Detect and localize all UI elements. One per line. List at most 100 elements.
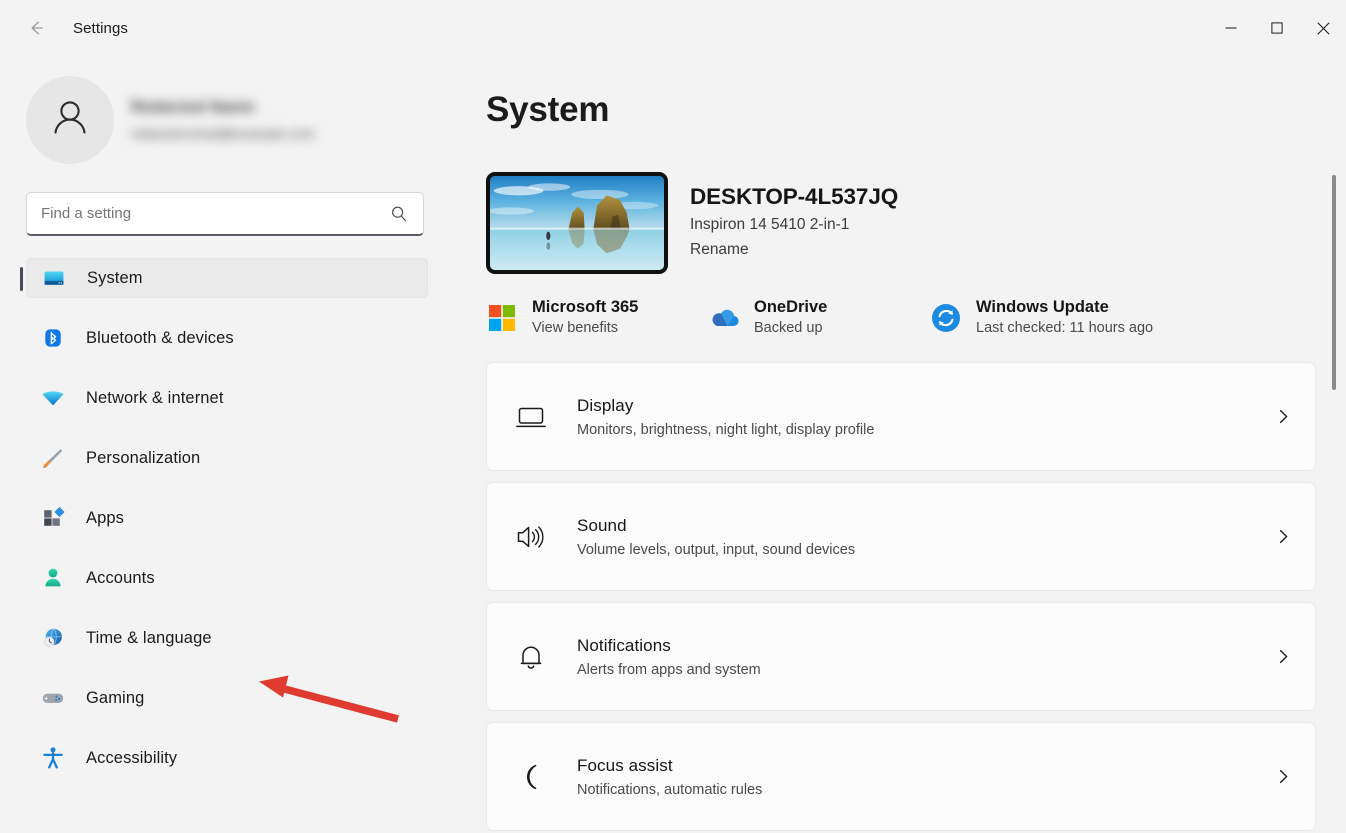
search-input[interactable] <box>41 205 389 222</box>
main-scrollbar[interactable] <box>1331 120 1337 680</box>
card-title: Notifications <box>577 635 671 655</box>
minimize-button[interactable] <box>1208 4 1254 52</box>
bluetooth-icon <box>40 325 66 351</box>
quicklink-title: OneDrive <box>754 298 828 316</box>
main-content: System DESKTOP-4L537JQ Inspiron 14 5410 … <box>450 56 1346 833</box>
settings-card-focus-assist[interactable]: Focus assist Notifications, automatic ru… <box>486 722 1316 831</box>
sidebar-item-system[interactable]: System <box>20 258 428 298</box>
quicklink-subtitle: Backed up <box>754 320 823 336</box>
quicklink-title: Microsoft 365 <box>532 298 639 316</box>
search-box[interactable] <box>26 192 424 236</box>
sidebar: Redacted Name redacted.email@example.com <box>0 56 450 833</box>
microsoft-logo-icon <box>486 302 518 334</box>
sidebar-item-network-internet[interactable]: Network & internet <box>26 378 428 418</box>
quicklink-text: Windows Update Last checked: 11 hours ag… <box>976 298 1153 336</box>
sidebar-item-personalization[interactable]: Personalization <box>26 438 428 478</box>
card-subtitle: Monitors, brightness, night light, displ… <box>577 421 875 438</box>
onedrive-cloud-icon <box>708 302 740 334</box>
account-email: redacted.email@example.com <box>131 126 315 141</box>
card-subtitle: Alerts from apps and system <box>577 661 761 678</box>
close-icon <box>1316 21 1330 35</box>
sidebar-item-label: Time & language <box>86 628 212 647</box>
sidebar-item-gaming[interactable]: Gaming <box>26 678 428 718</box>
maximize-icon <box>1271 22 1283 34</box>
close-button[interactable] <box>1300 4 1346 52</box>
sidebar-item-label: Gaming <box>86 688 145 707</box>
moon-icon <box>511 757 551 797</box>
back-arrow-icon <box>25 17 47 39</box>
quick-links: Microsoft 365 View benefits OneDrive Bac… <box>486 298 1346 336</box>
windows-update-sync-icon <box>930 302 962 334</box>
card-body: Sound Volume levels, output, input, soun… <box>577 516 1273 558</box>
avatar <box>26 76 114 164</box>
card-title: Display <box>577 395 634 415</box>
quicklink-text: Microsoft 365 View benefits <box>532 298 638 336</box>
sidebar-item-label: System <box>87 268 143 287</box>
quicklink-subtitle: View benefits <box>532 320 618 336</box>
account-name: Redacted Name <box>131 99 255 116</box>
scrollbar-thumb[interactable] <box>1332 175 1336 390</box>
page-title: System <box>486 90 610 129</box>
account-text: Redacted Name redacted.email@example.com <box>131 99 315 141</box>
title-bar: Settings <box>0 0 1346 56</box>
accessibility-icon <box>40 745 66 771</box>
globe-clock-icon <box>40 625 66 651</box>
account-block[interactable]: Redacted Name redacted.email@example.com <box>0 74 450 166</box>
chevron-right-icon[interactable] <box>1273 528 1293 545</box>
settings-card-display[interactable]: Display Monitors, brightness, night ligh… <box>486 362 1316 471</box>
sidebar-item-accounts[interactable]: Accounts <box>26 558 428 598</box>
device-info: DESKTOP-4L537JQ Inspiron 14 5410 2-in-1 … <box>690 172 898 259</box>
wifi-icon <box>40 385 66 411</box>
monitor-icon <box>41 265 67 291</box>
device-summary: DESKTOP-4L537JQ Inspiron 14 5410 2-in-1 … <box>486 172 1346 274</box>
sidebar-item-time-language[interactable]: Time & language <box>26 618 428 658</box>
card-body: Focus assist Notifications, automatic ru… <box>577 756 1273 798</box>
search-icon[interactable] <box>389 205 409 223</box>
monitor-outline-icon <box>511 397 551 437</box>
card-title: Focus assist <box>577 755 673 775</box>
sidebar-item-label: Bluetooth & devices <box>86 328 234 347</box>
settings-card-notifications[interactable]: Notifications Alerts from apps and syste… <box>486 602 1316 711</box>
device-name: DESKTOP-4L537JQ <box>690 184 899 209</box>
quicklink-microsoft-365[interactable]: Microsoft 365 View benefits <box>486 298 708 336</box>
sidebar-item-label: Accounts <box>86 568 155 587</box>
chevron-right-icon[interactable] <box>1273 408 1293 425</box>
chevron-right-icon[interactable] <box>1273 648 1293 665</box>
quicklink-title: Windows Update <box>976 298 1109 316</box>
rename-link[interactable]: Rename <box>690 241 749 259</box>
device-model: Inspiron 14 5410 2-in-1 <box>690 216 850 233</box>
apps-grid-icon <box>40 505 66 531</box>
card-body: Notifications Alerts from apps and syste… <box>577 636 1273 678</box>
search-container <box>26 192 424 236</box>
speaker-icon <box>511 517 551 557</box>
card-body: Display Monitors, brightness, night ligh… <box>577 396 1273 438</box>
beach-wallpaper-thumbnail <box>486 172 668 274</box>
sidebar-item-label: Apps <box>86 508 125 527</box>
paintbrush-icon <box>40 445 66 471</box>
person-avatar-icon <box>45 93 95 148</box>
card-subtitle: Volume levels, output, input, sound devi… <box>577 541 856 558</box>
sidebar-nav: System Bluetooth & devices Network & int… <box>0 258 450 778</box>
sidebar-item-accessibility[interactable]: Accessibility <box>26 738 428 778</box>
sidebar-item-bluetooth-devices[interactable]: Bluetooth & devices <box>26 318 428 358</box>
chevron-right-icon[interactable] <box>1273 768 1293 785</box>
card-title: Sound <box>577 515 627 535</box>
settings-cards: Display Monitors, brightness, night ligh… <box>486 362 1316 831</box>
minimize-icon <box>1225 22 1237 34</box>
app-title: Settings <box>73 19 128 37</box>
gamepad-icon <box>40 685 66 711</box>
quicklink-subtitle: Last checked: 11 hours ago <box>976 320 1154 336</box>
quicklink-onedrive[interactable]: OneDrive Backed up <box>708 298 930 336</box>
quicklink-text: OneDrive Backed up <box>754 298 827 336</box>
back-button[interactable] <box>17 9 55 47</box>
app-shell: Redacted Name redacted.email@example.com <box>0 56 1346 833</box>
card-subtitle: Notifications, automatic rules <box>577 781 763 798</box>
person-icon <box>40 565 66 591</box>
settings-card-sound[interactable]: Sound Volume levels, output, input, soun… <box>486 482 1316 591</box>
bell-icon <box>511 637 551 677</box>
quicklink-windows-update[interactable]: Windows Update Last checked: 11 hours ag… <box>930 298 1153 336</box>
sidebar-item-label: Accessibility <box>86 748 178 767</box>
sidebar-item-apps[interactable]: Apps <box>26 498 428 538</box>
sidebar-item-label: Network & internet <box>86 388 224 407</box>
maximize-button[interactable] <box>1254 4 1300 52</box>
